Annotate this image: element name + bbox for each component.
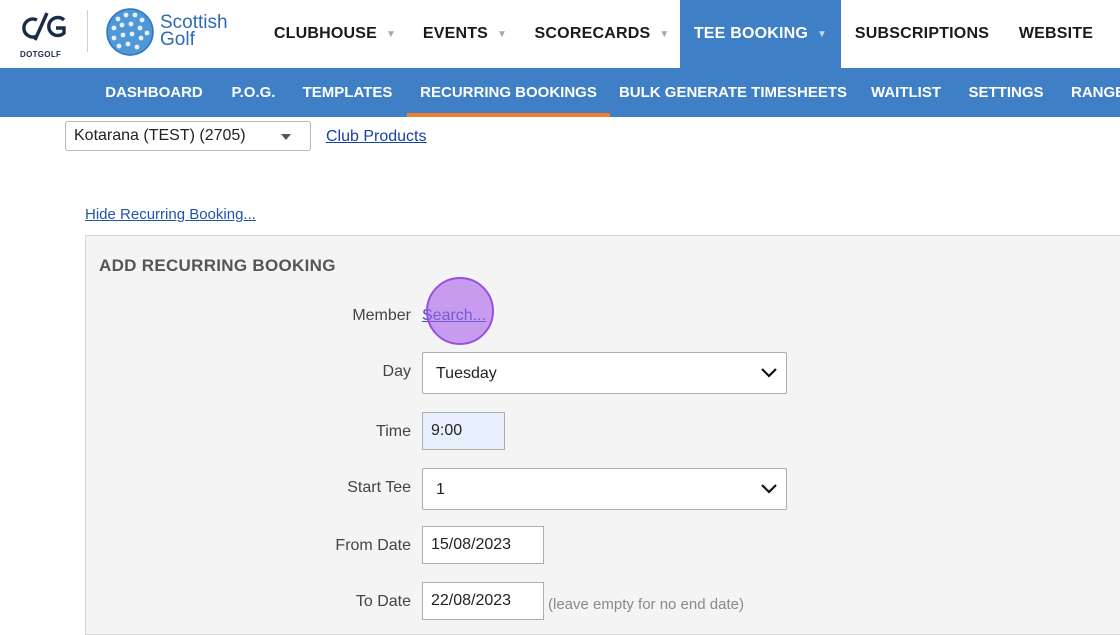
start-tee-label: Start Tee	[347, 479, 411, 496]
start-tee-select-value: 1	[436, 481, 445, 498]
topnav-label: CLUBHOUSE	[273, 25, 378, 42]
caret-down-icon: ▼	[659, 28, 670, 40]
topnav-clubhouse[interactable]: CLUBHOUSE ▼	[262, 0, 408, 68]
to-date-input[interactable]: 22/08/2023	[422, 582, 544, 620]
logo-divider	[87, 10, 88, 52]
subnav-pog[interactable]: P.O.G.	[221, 68, 286, 117]
subnav-label: DASHBOARD	[105, 84, 203, 101]
time-label: Time	[376, 423, 411, 440]
to-date-label: To Date	[355, 593, 411, 610]
subnav-recurring-bookings[interactable]: RECURRING BOOKINGS	[407, 68, 610, 117]
dotgolf-logo-mark	[22, 12, 66, 41]
subnav-label: SETTINGS	[968, 84, 1044, 101]
hide-recurring-booking-link[interactable]: Hide Recurring Booking...	[85, 206, 256, 223]
club-select-value: Kotarana (TEST) (2705)	[74, 127, 246, 144]
subnav-label: WAITLIST	[871, 84, 941, 101]
dotgolf-logo[interactable]: DOTGOLF	[20, 10, 68, 59]
subnav-label: RANGE	[1071, 84, 1120, 101]
subnav-waitlist[interactable]: WAITLIST	[862, 68, 950, 117]
start-tee-select[interactable]: 1	[422, 468, 787, 510]
topnav-label: TEE BOOKING	[693, 25, 809, 42]
subnav-settings[interactable]: SETTINGS	[960, 68, 1052, 117]
club-select[interactable]: Kotarana (TEST) (2705)	[65, 121, 311, 151]
chevron-down-icon	[761, 368, 777, 378]
member-search-link[interactable]: Search...	[422, 307, 486, 325]
scottish-golf-wordmark: Scottish Golf	[160, 13, 228, 50]
subnav-range[interactable]: RANGE	[1062, 68, 1120, 117]
panel-title: ADD RECURRING BOOKING	[99, 256, 336, 275]
scottish-golf-line2: Golf	[160, 29, 195, 50]
caret-down-icon: ▼	[817, 28, 828, 40]
caret-down-icon	[281, 134, 291, 140]
topnav-scorecards[interactable]: SCORECARDS ▼	[526, 0, 678, 68]
topnav-tee-booking[interactable]: TEE BOOKING ▼	[680, 0, 841, 68]
topnav-label: WEBSITE	[1018, 25, 1094, 42]
topnav-label: EVENTS	[422, 25, 489, 42]
scottish-golf-logo[interactable]: Scottish Golf	[104, 6, 236, 58]
topnav-label: SUBSCRIPTIONS	[854, 25, 990, 42]
to-date-hint: (leave empty for no end date)	[548, 596, 744, 613]
dotgolf-caption: DOTGOLF	[20, 50, 62, 59]
subnav-templates[interactable]: TEMPLATES	[294, 68, 401, 117]
day-label: Day	[382, 363, 411, 380]
top-navigation: DOTGOLF Scottish Golf CLUBHOUSE ▼ EVENTS ▼…	[0, 0, 1120, 68]
sub-navigation: DASHBOARD P.O.G. TEMPLATES RECURRING BOO…	[0, 68, 1120, 117]
subnav-bulk-generate-timesheets[interactable]: BULK GENERATE TIMESHEETS	[615, 68, 851, 117]
chevron-down-icon	[761, 484, 777, 494]
topnav-events[interactable]: EVENTS ▼	[412, 0, 518, 68]
club-products-link[interactable]: Club Products	[326, 128, 427, 146]
day-select-value: Tuesday	[436, 365, 497, 382]
subnav-label: P.O.G.	[231, 84, 276, 101]
from-date-label: From Date	[335, 537, 411, 554]
golf-ball-icon	[106, 8, 154, 56]
from-date-input[interactable]: 15/08/2023	[422, 526, 544, 564]
member-label: Member	[352, 307, 411, 324]
topnav-website[interactable]: WEBSITE	[1004, 0, 1108, 68]
day-select[interactable]: Tuesday	[422, 352, 787, 394]
topnav-label: SCORECARDS	[534, 25, 651, 42]
caret-down-icon: ▼	[386, 28, 397, 40]
subnav-label: BULK GENERATE TIMESHEETS	[618, 84, 848, 101]
subnav-dashboard[interactable]: DASHBOARD	[92, 68, 216, 117]
topnav-subscriptions[interactable]: SUBSCRIPTIONS	[852, 0, 992, 68]
subnav-label: RECURRING BOOKINGS	[420, 84, 597, 101]
time-input[interactable]: 9:00	[422, 412, 505, 450]
subnav-label: TEMPLATES	[302, 84, 393, 101]
caret-down-icon: ▼	[497, 28, 508, 40]
